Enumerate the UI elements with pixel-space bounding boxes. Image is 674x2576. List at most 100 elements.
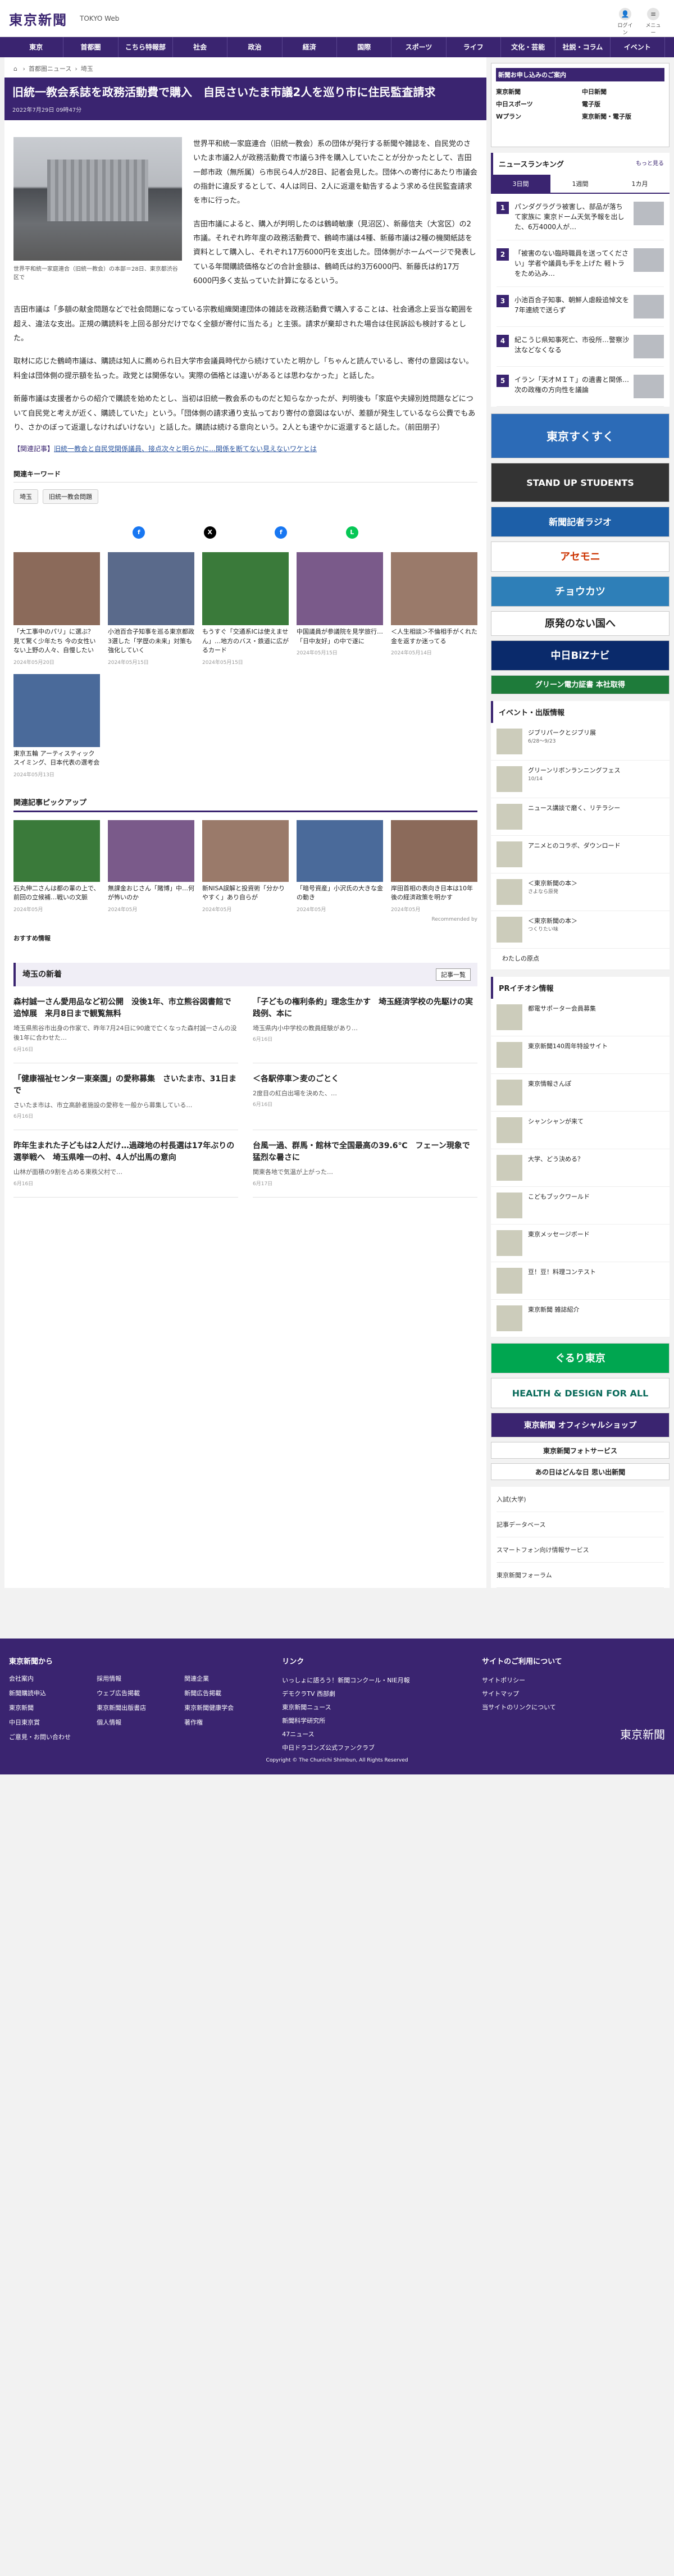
pickup-card[interactable]: 新NISA誤解と投資術「分かりやすく」あり自らが 2024年05月 (202, 820, 289, 913)
subscribe-banner[interactable]: 新聞お申し込みのご案内 東京新聞 中日新聞 中日スポーツ 電子版 Wプラン 東京新聞・電子… (491, 63, 670, 147)
ranking-item[interactable]: 2 「被害のない臨時職員を送ってください」学者や議員も手を上げた 軽トラをため込み… (497, 240, 664, 287)
ranking-item[interactable]: 3 小池百合子知事、朝鮮人虐殺追悼文を7年連続で送らず (497, 287, 664, 327)
footer-link[interactable]: 東京新聞ニュース (282, 1701, 465, 1714)
event-item[interactable]: アニメとのコラボ、ダウンロード (491, 836, 670, 873)
pickup-card[interactable]: 石丸伸二さんは都の輩の上で、前回の立候補…戦いの文脈 2024年05月 (13, 820, 100, 913)
pr-item[interactable]: 豆！豆！料理コンテスト (491, 1262, 670, 1300)
nav-item[interactable]: こちら特報部 (119, 37, 173, 57)
pickup-card[interactable]: 岸田首相の表向き日本は10年後の経済政策を明かす 2024年05月 (391, 820, 477, 913)
nav-item[interactable]: 国際 (337, 37, 392, 57)
news-card[interactable]: 東京五輪 アーティスティックスイミング、日本代表の選考会 2024年05月13日 (13, 673, 100, 779)
photo-gallery-banner[interactable]: 東京新聞フォトサービス (491, 1441, 670, 1459)
footer-link[interactable]: 東京新聞 (9, 1703, 90, 1712)
news-card[interactable]: 中国議員が参議院を見学旅行…「日中友好」の中で遂に 2024年05月15日 (297, 552, 383, 666)
nav-item[interactable]: 首都圏 (63, 37, 119, 57)
footer-link[interactable]: 新聞科学研究所 (282, 1714, 465, 1728)
pickup-card[interactable]: 無課金おじさん「賭博」中…何が怖いのか 2024年05月 (108, 820, 194, 913)
nav-item[interactable]: スポーツ (391, 37, 447, 57)
breadcrumb-item[interactable]: 埼玉 (81, 65, 93, 72)
footer-link[interactable]: 採用情報 (97, 1674, 177, 1683)
related-article-link[interactable]: 旧統一教会と自民党関係議員、接点次々と明らかに…関係を断てない見えないワケとは (54, 445, 317, 453)
more-button[interactable]: 記事一覧 (436, 968, 471, 981)
nav-item[interactable]: 東京 (9, 37, 64, 57)
news-title[interactable]: 「子どもの権利条約」理念生かす 埼玉経済学校の先駆けの実践例、本に (253, 996, 477, 1020)
news-title[interactable]: 昨年生まれた子どもは2人だけ…過疎地の村長選は17年ぶりの選挙戦へ 埼玉県唯一の… (13, 1140, 238, 1164)
news-item[interactable]: 「子どもの権利条約」理念生かす 埼玉経済学校の先駆けの実践例、本に 埼玉県内小中学… (253, 986, 477, 1063)
side-link[interactable]: 入試(大学) (497, 1487, 664, 1512)
ranking-more-link[interactable]: もっと見る (636, 158, 664, 169)
x-icon[interactable]: X (203, 526, 216, 539)
asemoni-banner[interactable]: アセモニ (491, 541, 670, 572)
footer-link[interactable]: 当サイトのリンクについて (482, 1701, 665, 1714)
green-energy-banner[interactable]: グリーン電力証書 本社取得 (491, 675, 670, 694)
footer-link[interactable]: ご意見・お問い合わせ (9, 1732, 90, 1741)
keyword-tag[interactable]: 旧統一教会問題 (43, 489, 98, 504)
pr-item[interactable]: こどもブックワールド (491, 1186, 670, 1225)
news-title[interactable]: ＜各駅停車＞麦のごとく (253, 1073, 477, 1085)
keyword-tag[interactable]: 埼玉 (13, 489, 38, 504)
pr-item[interactable]: 東京情報さんぽ (491, 1073, 670, 1112)
news-title[interactable]: 台風一過、群馬・館林で全国最高の39.6℃ フェーン現象で猛烈な暑さに (253, 1140, 477, 1164)
news-item[interactable]: 台風一過、群馬・館林で全国最高の39.6℃ フェーン現象で猛烈な暑さに 関東各地で… (253, 1130, 477, 1198)
event-item[interactable]: ニュース講談で磨く、リテラシー (491, 798, 670, 836)
subscribe-option[interactable]: 中日スポーツ (496, 99, 579, 108)
news-item[interactable]: 昨年生まれた子どもは2人だけ…過疎地の村長選は17年ぶりの選挙戦へ 埼玉県唯一の… (13, 1130, 238, 1198)
subscribe-option[interactable]: 東京新聞 (496, 87, 579, 96)
menu-button[interactable]: ≡ メニュー (644, 8, 663, 36)
pr-item[interactable]: 大学、どう決める？ (491, 1149, 670, 1187)
tokyo-sukusuku-banner[interactable]: 東京すくすく (491, 413, 670, 458)
footer-link[interactable]: 関連企業 (184, 1674, 265, 1683)
ranking-item[interactable]: 1 パンダグラグラ被害し、部品が落ちて家族に 東京ドーム天気予報を出した、6万40… (497, 194, 664, 240)
footer-link[interactable]: 東京新聞健康学会 (184, 1703, 265, 1712)
breadcrumb-item[interactable]: 首都圏ニュース (29, 65, 71, 72)
footer-link[interactable]: デモクラTV 西部劇 (282, 1687, 465, 1701)
facebook-share-icon[interactable]: f (275, 526, 288, 539)
choitokatsu-banner[interactable]: チョウカツ (491, 576, 670, 607)
footer-link[interactable]: 東京新聞出版書店 (97, 1703, 177, 1712)
subscribe-option[interactable]: 東京新聞・電子版 (582, 112, 664, 121)
ranking-item[interactable]: 5 イラン「天才ＭＩＴ」の遺書と関係…次の政権の方向性を議論 (497, 367, 664, 407)
footer-link[interactable]: 著作権 (184, 1718, 265, 1727)
news-title[interactable]: 森村誠一さん愛用品など初公開 没後1年、市立熊谷図書館で追悼展 来月8日まで観覧… (13, 996, 238, 1020)
footer-link[interactable]: 中日東京賞 (9, 1718, 90, 1727)
footer-link[interactable]: 中日ドラゴンズ公式ファンクラブ (282, 1741, 465, 1755)
line-icon[interactable]: L (345, 526, 358, 539)
nav-item[interactable]: 社会 (173, 37, 228, 57)
nav-item[interactable]: ライフ (447, 37, 501, 57)
footer-link[interactable]: 会社案内 (9, 1674, 90, 1683)
footer-link[interactable]: 新聞広告掲載 (184, 1688, 265, 1697)
side-link[interactable]: 東京新聞フォーラム (497, 1563, 664, 1588)
article-photo[interactable] (13, 137, 182, 261)
news-card[interactable]: もうすぐ「交通系ICは使えません」…地方のバス・鉄道に広がるカード 2024年05… (202, 552, 289, 666)
pr-item[interactable]: 東京新聞 雑誌紹介 (491, 1299, 670, 1337)
pr-item[interactable]: 東京メッセージボード (491, 1224, 670, 1262)
news-card[interactable]: 小池百合子知事を巡る東京都政 3選した「学歴の未来」対策も強化していく 2024年… (108, 552, 194, 666)
pr-item[interactable]: シャンシャンが来て (491, 1111, 670, 1149)
event-item[interactable]: ＜東京新聞の本＞ つくりたい味 (491, 911, 670, 949)
event-item[interactable]: わたしの原点 (491, 949, 670, 970)
news-item[interactable]: ＜各駅停車＞麦のごとく 2度目の紅白出場を決めた、… 6月16日 (253, 1063, 477, 1131)
news-card[interactable]: 「大工事中のパリ」に選ぶ？ 見て驚く少年たち 今の女性いない上野の人々、自慢した… (13, 552, 100, 666)
tab-3days[interactable]: 3日間 (491, 175, 550, 193)
facebook-icon[interactable]: f (133, 526, 145, 539)
pickup-card[interactable]: 「暗号資産」小沢氏の大きな金の動き 2024年05月 (297, 820, 383, 913)
tab-1month[interactable]: 1カ月 (610, 175, 670, 193)
nav-item[interactable]: 社説・コラム (555, 37, 611, 57)
footer-link[interactable]: ウェブ広告掲載 (97, 1688, 177, 1697)
health-design-banner[interactable]: HEALTH & DESIGN FOR ALL (491, 1377, 670, 1408)
official-shop-banner[interactable]: 東京新聞 オフィシャルショップ (491, 1412, 670, 1437)
event-item[interactable]: ＜東京新聞の本＞ さよなら原発 (491, 873, 670, 911)
news-item[interactable]: 森村誠一さん愛用品など初公開 没後1年、市立熊谷図書館で追悼展 来月8日まで観覧… (13, 986, 238, 1063)
nav-item[interactable]: イベント (611, 37, 665, 57)
pr-item[interactable]: 都電サポーター会員募集 (491, 998, 670, 1036)
event-item[interactable]: グリーンリボンランニングフェス 10/14 (491, 761, 670, 798)
chunichi-biz-banner[interactable]: 中日BiZナビ (491, 640, 670, 671)
podcast-banner[interactable]: 新聞記者ラジオ (491, 507, 670, 537)
stand-up-students-banner[interactable]: STAND UP STUDENTS (491, 463, 670, 502)
footer-link[interactable]: 新聞購読申込 (9, 1688, 90, 1697)
footer-link[interactable]: サイトマップ (482, 1687, 665, 1701)
nav-item[interactable]: 経済 (283, 37, 337, 57)
side-link[interactable]: スマートフォン向け情報サービス (497, 1537, 664, 1563)
site-logo[interactable]: 東京新聞 (9, 9, 67, 29)
nav-item[interactable]: 文化・芸能 (501, 37, 556, 57)
